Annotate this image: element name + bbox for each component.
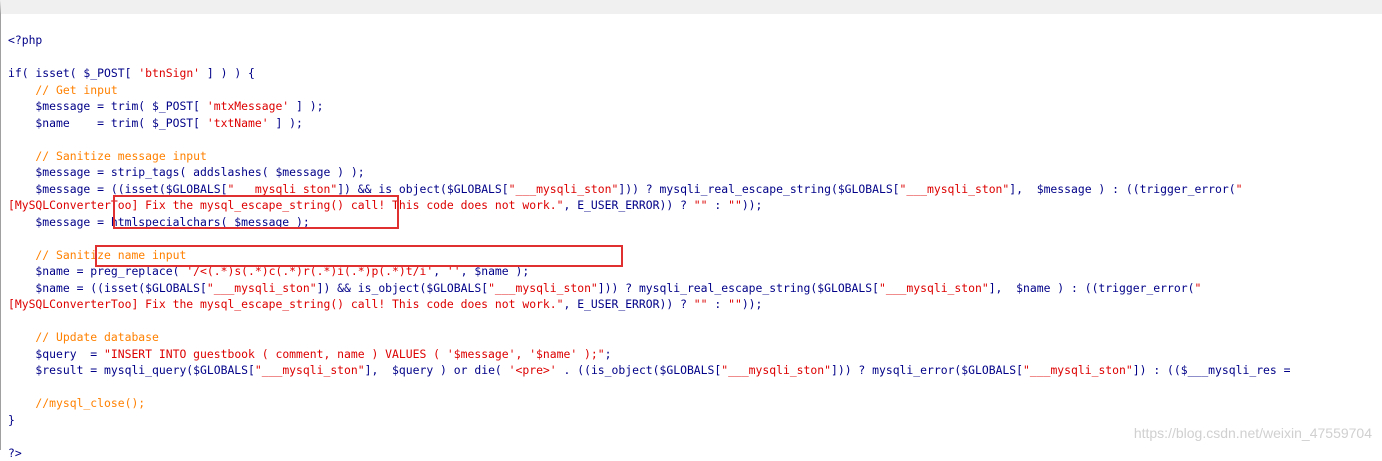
code-string: "___mysqli_ston" <box>509 182 619 196</box>
code-line <box>8 49 1382 66</box>
code-line <box>8 313 1382 330</box>
code-string: "___mysqli_ston" <box>227 182 337 196</box>
code-line: // Update database <box>8 329 1382 346</box>
code-comment: // Update database <box>8 330 159 344</box>
watermark-url: https://blog.csdn.net/weixin_47559704 <box>1134 425 1372 441</box>
code-string: 'btnSign' <box>138 66 200 80</box>
code-token: $name = ((isset($GLOBALS[ <box>8 281 207 295</box>
code-token: , E_USER_ERROR)) ? <box>563 198 693 212</box>
code-string: "___mysqli_ston" <box>1023 363 1133 377</box>
code-string: "" <box>728 297 742 311</box>
code-line: // Get input <box>8 82 1382 99</box>
code-string: "" <box>728 198 742 212</box>
code-line: [MySQLConverterToo] Fix the mysql_escape… <box>8 296 1382 313</box>
code-string: " <box>1194 281 1201 295</box>
code-line: if( isset( $_POST[ 'btnSign' ] ) ) { <box>8 65 1382 82</box>
code-string: "___mysqli_ston" <box>255 363 365 377</box>
code-line: $query = "INSERT INTO guestbook ( commen… <box>8 346 1382 363</box>
code-token: ]) && is_object($GLOBALS[ <box>317 281 488 295</box>
code-token: ], $message ) : ((trigger_error( <box>1009 182 1235 196</box>
code-line: $message = strip_tags( addslashes( $mess… <box>8 164 1382 181</box>
code-line: $message = trim( $_POST[ 'mtxMessage' ] … <box>8 98 1382 115</box>
code-string: "" <box>694 297 708 311</box>
code-token: : <box>708 297 729 311</box>
code-line <box>8 131 1382 148</box>
code-line: $name = trim( $_POST[ 'txtName' ] ); <box>8 115 1382 132</box>
highlight-box-htmlspecialchars <box>113 195 399 229</box>
code-token: ]) : (($___mysqli_res = <box>1133 363 1291 377</box>
code-token: $query = <box>8 347 104 361</box>
code-string: " <box>1236 182 1243 196</box>
code-token: )); <box>742 198 763 212</box>
code-string: 'txtName' <box>207 116 269 130</box>
code-token: : <box>708 198 729 212</box>
code-line: $name = ((isset($GLOBALS["___mysqli_ston… <box>8 280 1382 297</box>
code-token: ] ); <box>289 99 323 113</box>
code-string: "___mysqli_ston" <box>207 281 317 295</box>
code-token: $message = strip_tags( addslashes( $mess… <box>8 165 365 179</box>
code-token: ])) ? mysqli_real_escape_string($GLOBALS… <box>598 281 879 295</box>
code-token: ] ); <box>269 116 303 130</box>
code-string: "" <box>694 198 708 212</box>
code-line: $result = mysqli_query($GLOBALS["___mysq… <box>8 362 1382 379</box>
code-token: . ((is_object($GLOBALS[ <box>557 363 722 377</box>
code-string: "___mysqli_ston" <box>900 182 1010 196</box>
code-token: } <box>8 413 15 427</box>
code-line: <?php <box>8 32 1382 49</box>
code-token: )); <box>742 297 763 311</box>
code-line: // Sanitize message input <box>8 148 1382 165</box>
code-token: ; <box>605 347 612 361</box>
code-line: ?> <box>8 445 1382 461</box>
code-token: ?> <box>8 446 22 460</box>
code-string: "___mysqli_ston" <box>879 281 989 295</box>
code-token: <?php <box>8 33 42 47</box>
code-line: //mysql_close(); <box>8 395 1382 412</box>
code-string: "___mysqli_ston" <box>721 363 831 377</box>
highlight-box-preg-replace <box>95 245 623 267</box>
code-token: ])) ? mysqli_real_escape_string($GLOBALS… <box>618 182 899 196</box>
code-token: $name = trim( $_POST[ <box>8 116 207 130</box>
code-token: if( isset( $_POST[ <box>8 66 138 80</box>
code-line <box>8 379 1382 396</box>
code-comment: //mysql_close(); <box>8 396 145 410</box>
code-string: "___mysqli_ston" <box>488 281 598 295</box>
code-token: ], $name ) : ((trigger_error( <box>989 281 1195 295</box>
code-string: "INSERT INTO guestbook ( comment, name )… <box>104 347 605 361</box>
code-token: $message = ((isset($GLOBALS[ <box>8 182 227 196</box>
code-token: ] ) ) { <box>200 66 255 80</box>
code-string: 'mtxMessage' <box>207 99 289 113</box>
code-comment: // Sanitize message input <box>8 149 207 163</box>
code-token: $result = mysqli_query($GLOBALS[ <box>8 363 255 377</box>
code-token: ], $query ) or die( <box>365 363 509 377</box>
code-string: '<pre>' <box>509 363 557 377</box>
code-token: ])) ? mysqli_error($GLOBALS[ <box>831 363 1023 377</box>
code-token: , E_USER_ERROR)) ? <box>563 297 693 311</box>
code-string: [MySQLConverterToo] Fix the mysql_escape… <box>8 297 563 311</box>
code-token: ]) && is_object($GLOBALS[ <box>337 182 508 196</box>
code-comment: // Get input <box>8 83 118 97</box>
code-token: $message = trim( $_POST[ <box>8 99 207 113</box>
